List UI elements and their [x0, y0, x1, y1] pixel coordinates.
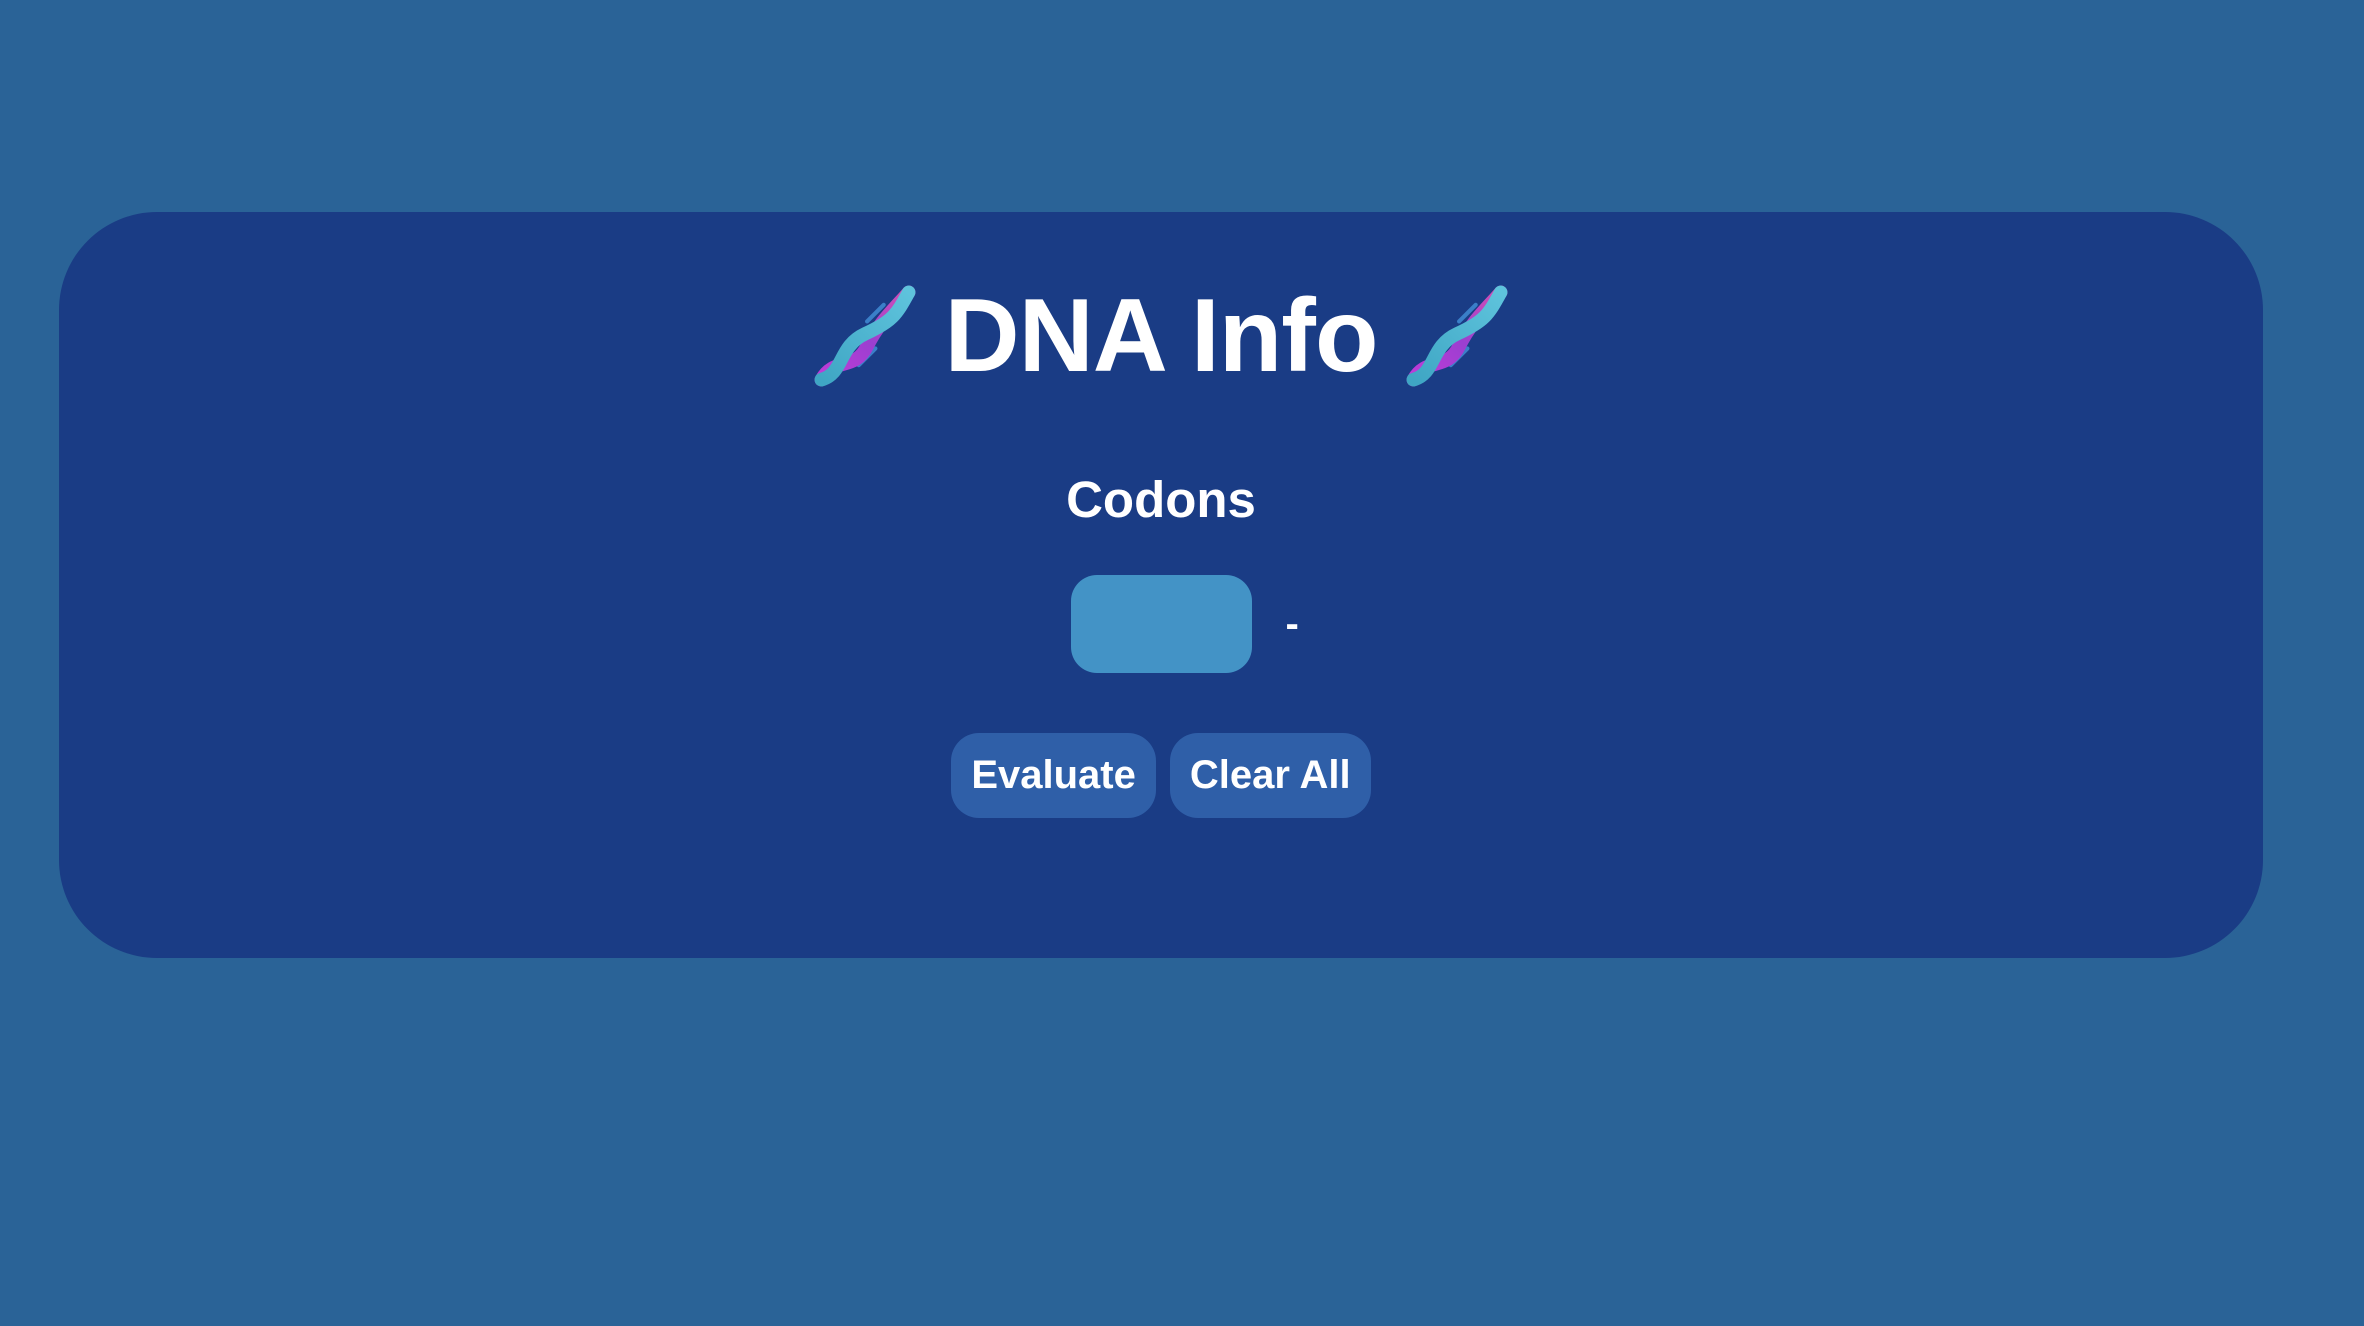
clear-all-button[interactable]: Clear All [1169, 733, 1371, 818]
dna-icon [813, 284, 917, 388]
dna-icon [1405, 284, 1509, 388]
title-row: DNA Info [59, 284, 2263, 388]
evaluate-button[interactable]: Evaluate [951, 733, 1156, 818]
action-buttons: Evaluate Clear All [59, 733, 2263, 818]
codon-result: - [1285, 601, 1299, 646]
codon-input[interactable] [1070, 575, 1252, 673]
codons-heading: Codons [1066, 471, 1256, 528]
page-title: DNA Info [944, 278, 1379, 394]
codon-row: - [59, 575, 2263, 673]
dna-info-card: DNA Info Codons - Evaluate Clear All [59, 212, 2263, 958]
